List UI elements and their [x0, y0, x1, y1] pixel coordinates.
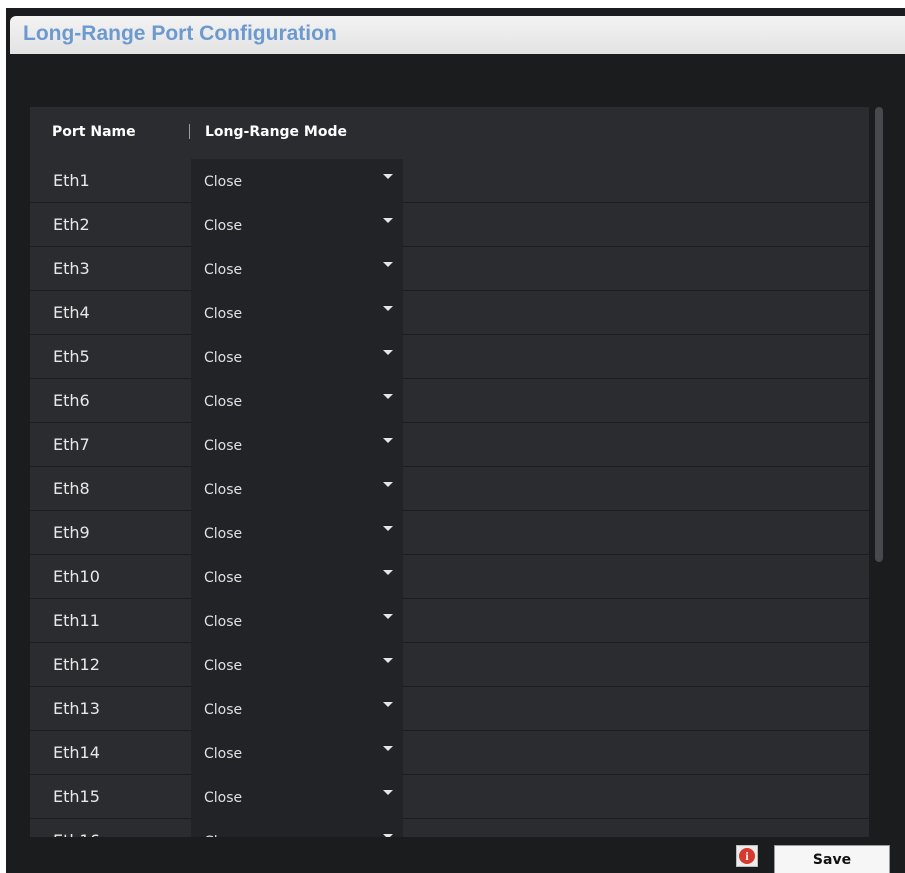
- long-range-mode-value: Close: [204, 658, 243, 674]
- chevron-down-icon: [383, 482, 393, 487]
- long-range-mode-value: Close: [204, 702, 243, 718]
- table-row: Eth14 Close: [30, 731, 869, 775]
- long-range-mode-value: Close: [204, 306, 243, 322]
- long-range-mode-select[interactable]: Close: [191, 599, 403, 643]
- chevron-down-icon: [383, 438, 393, 443]
- port-name-cell: Eth9: [53, 523, 90, 542]
- long-range-mode-value: Close: [204, 218, 243, 234]
- table-row: Eth6 Close: [30, 379, 869, 423]
- long-range-mode-select[interactable]: Close: [191, 379, 403, 423]
- table-row: Eth7 Close: [30, 423, 869, 467]
- chevron-down-icon: [383, 834, 393, 837]
- table-body: Eth1 Close Eth2 Close Eth3 Close Eth4 Close Eth5…: [30, 159, 869, 837]
- column-header-port-name: Port Name: [52, 124, 136, 140]
- chevron-down-icon: [383, 790, 393, 795]
- port-name-cell: Eth7: [53, 435, 90, 454]
- port-name-cell: Eth5: [53, 347, 90, 366]
- table-row: Eth10 Close: [30, 555, 869, 599]
- port-name-cell: Eth8: [53, 479, 90, 498]
- long-range-mode-select[interactable]: Close: [191, 291, 403, 335]
- long-range-mode-value: Close: [204, 746, 243, 762]
- long-range-mode-select[interactable]: Close: [191, 423, 403, 467]
- table-row: Eth9 Close: [30, 511, 869, 555]
- long-range-mode-value: Close: [204, 614, 243, 630]
- long-range-mode-value: Close: [204, 570, 243, 586]
- table-row: Eth2 Close: [30, 203, 869, 247]
- page-title: Long-Range Port Configuration: [23, 22, 337, 45]
- long-range-mode-select[interactable]: Close: [191, 555, 403, 599]
- port-name-cell: Eth14: [53, 743, 100, 762]
- table-row: Eth1 Close: [30, 159, 869, 203]
- long-range-mode-select[interactable]: Close: [191, 687, 403, 731]
- table-row: Eth5 Close: [30, 335, 869, 379]
- long-range-mode-select[interactable]: Close: [191, 775, 403, 819]
- chevron-down-icon: [383, 658, 393, 663]
- long-range-mode-value: Close: [204, 394, 243, 410]
- chevron-down-icon: [383, 174, 393, 179]
- port-table: Port Name Long-Range Mode Eth1 Close Eth2 C…: [30, 107, 869, 837]
- chevron-down-icon: [383, 570, 393, 575]
- table-row: Eth12 Close: [30, 643, 869, 687]
- port-name-cell: Eth16: [53, 831, 100, 837]
- port-name-cell: Eth13: [53, 699, 100, 718]
- chevron-down-icon: [383, 702, 393, 707]
- port-name-cell: Eth11: [53, 611, 100, 630]
- table-row: Eth13 Close: [30, 687, 869, 731]
- port-name-cell: Eth1: [53, 171, 90, 190]
- info-icon: i: [739, 848, 755, 864]
- long-range-mode-select[interactable]: Close: [191, 247, 403, 291]
- table-row: Eth3 Close: [30, 247, 869, 291]
- chevron-down-icon: [383, 526, 393, 531]
- long-range-mode-value: Close: [204, 834, 242, 837]
- column-separator: [189, 124, 190, 139]
- table-row: Eth16 Close: [30, 819, 869, 837]
- long-range-mode-select[interactable]: Close: [191, 203, 403, 247]
- table-row: Eth11 Close: [30, 599, 869, 643]
- page: Long-Range Port Configuration Port Name …: [6, 8, 905, 873]
- info-button[interactable]: i: [736, 845, 758, 867]
- long-range-mode-value: Close: [204, 482, 243, 498]
- table-row: Eth4 Close: [30, 291, 869, 335]
- title-bar: Long-Range Port Configuration: [10, 16, 905, 54]
- chevron-down-icon: [383, 306, 393, 311]
- long-range-mode-value: Close: [204, 438, 243, 454]
- chevron-down-icon: [383, 614, 393, 619]
- long-range-mode-value: Close: [204, 790, 243, 806]
- port-name-cell: Eth6: [53, 391, 90, 410]
- long-range-mode-select[interactable]: Close: [191, 643, 403, 687]
- long-range-mode-value: Close: [204, 350, 243, 366]
- port-name-cell: Eth2: [53, 215, 90, 234]
- long-range-mode-select[interactable]: Close: [191, 467, 403, 511]
- port-name-cell: Eth12: [53, 655, 100, 674]
- port-name-cell: Eth3: [53, 259, 90, 278]
- table-row: Eth15 Close: [30, 775, 869, 819]
- scrollbar-thumb[interactable]: [875, 107, 883, 562]
- long-range-mode-select[interactable]: Close: [191, 511, 403, 555]
- chevron-down-icon: [383, 218, 393, 223]
- long-range-mode-select[interactable]: Close: [191, 335, 403, 379]
- long-range-mode-select[interactable]: Close: [191, 731, 403, 775]
- long-range-mode-select[interactable]: Close: [191, 819, 403, 837]
- column-header-long-range-mode: Long-Range Mode: [205, 124, 347, 140]
- chevron-down-icon: [383, 746, 393, 751]
- long-range-mode-value: Close: [204, 526, 243, 542]
- chevron-down-icon: [383, 394, 393, 399]
- table-header: Port Name Long-Range Mode: [30, 107, 869, 159]
- chevron-down-icon: [383, 262, 393, 267]
- long-range-mode-value: Close: [204, 262, 243, 278]
- table-row: Eth8 Close: [30, 467, 869, 511]
- long-range-mode-select[interactable]: Close: [191, 159, 403, 203]
- port-name-cell: Eth4: [53, 303, 90, 322]
- chevron-down-icon: [383, 350, 393, 355]
- long-range-mode-value: Close: [204, 174, 243, 190]
- save-button[interactable]: Save: [774, 845, 890, 873]
- port-name-cell: Eth15: [53, 787, 100, 806]
- port-name-cell: Eth10: [53, 567, 100, 586]
- vertical-scrollbar[interactable]: [875, 107, 883, 837]
